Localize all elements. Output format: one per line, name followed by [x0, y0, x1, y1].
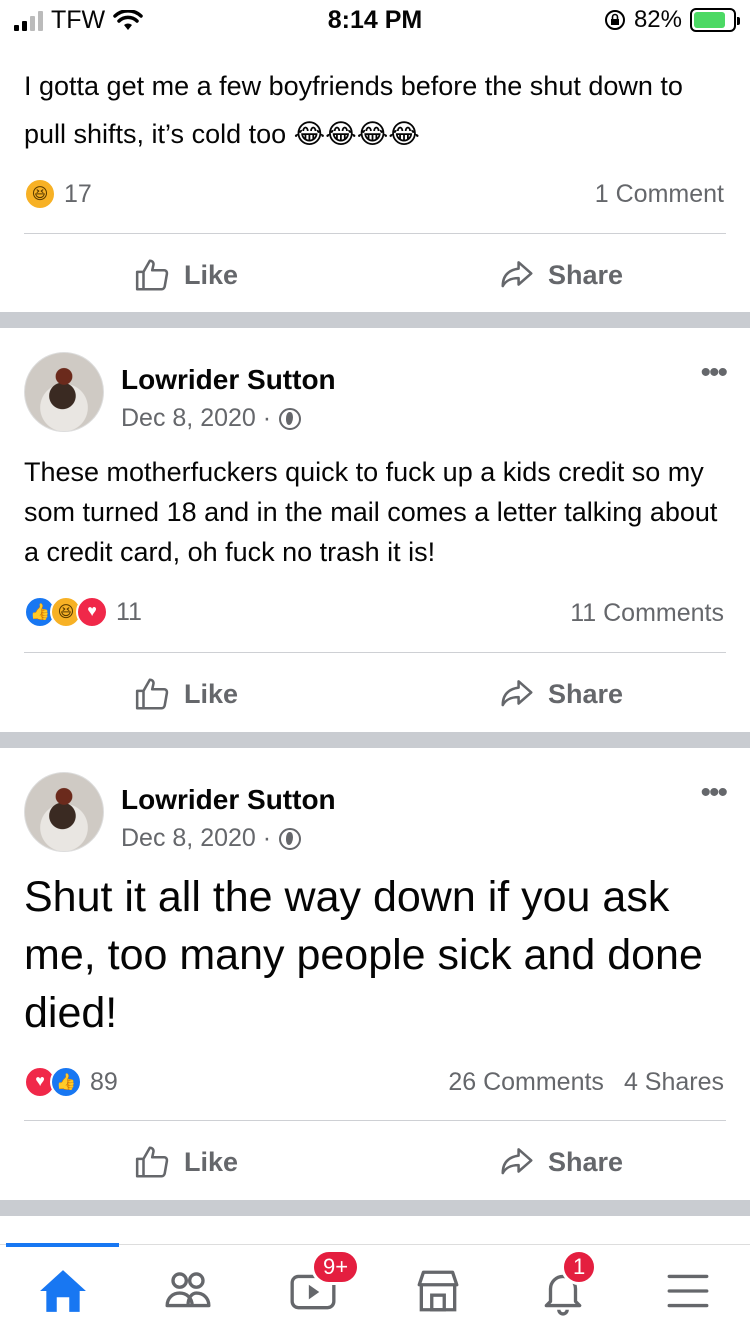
bottom-nav: 9+ 1 [0, 1243, 750, 1334]
battery-percent: 82% [633, 6, 682, 33]
share-arrow-icon [501, 680, 533, 707]
love-reaction-icon: ♥ [76, 596, 108, 628]
notifications-tab[interactable]: 1 [535, 1249, 598, 1319]
globe-icon [279, 827, 302, 850]
reaction-summary[interactable]: 😆 17 [24, 178, 92, 210]
reaction-count: 89 [90, 1067, 118, 1096]
like-button[interactable]: Like [134, 675, 238, 713]
divider [24, 652, 726, 653]
thumbs-up-icon [135, 259, 169, 291]
reaction-summary[interactable]: 👍 😆 ♥ 11 [24, 596, 142, 628]
battery-icon [690, 8, 740, 32]
hamburger-menu-icon [667, 1274, 709, 1308]
video-badge: 9+ [311, 1249, 361, 1285]
haha-reaction-icon: 😆 [24, 178, 56, 210]
marketplace-icon [417, 1270, 459, 1312]
post-separator [0, 732, 750, 748]
post-date[interactable]: Dec 8, 2020 · [121, 404, 271, 433]
divider [24, 1120, 726, 1121]
friends-icon [165, 1272, 211, 1308]
post-text: These motherfuckers quick to fuck up a k… [24, 457, 718, 567]
comments-link[interactable]: 26 Comments [448, 1068, 604, 1097]
notifications-badge: 1 [561, 1249, 598, 1285]
thumbs-up-icon [135, 1146, 169, 1178]
reaction-count: 17 [64, 179, 92, 208]
globe-icon [279, 407, 302, 430]
post-text: Shut it all the way down if you ask me, … [24, 873, 703, 1037]
orientation-lock-icon [604, 10, 625, 30]
status-bar: TFW 8:14 PM 82% [0, 0, 750, 40]
share-button[interactable]: Share [498, 256, 623, 294]
reaction-count: 11 [116, 597, 142, 626]
author-name[interactable]: Lowrider Sutton [121, 364, 336, 396]
comments-link[interactable]: 1 Comment [595, 180, 724, 209]
like-label: Like [184, 1146, 239, 1177]
home-icon [40, 1270, 86, 1312]
like-button[interactable]: Like [134, 1143, 238, 1181]
like-label: Like [184, 259, 239, 290]
post-card: Lowrider Sutton Dec 8, 2020 · ••• Shut i… [0, 748, 750, 1200]
share-label: Share [548, 678, 624, 709]
like-reaction-icon: 👍 [50, 1066, 82, 1098]
marketplace-tab[interactable] [410, 1263, 466, 1319]
more-options-icon[interactable]: ••• [700, 358, 727, 388]
author-name[interactable]: Lowrider Sutton [121, 784, 336, 816]
share-button[interactable]: Share [498, 675, 623, 713]
thumbs-up-icon [135, 678, 169, 710]
like-button[interactable]: Like [134, 256, 238, 294]
post-separator [0, 312, 750, 328]
menu-tab[interactable] [660, 1263, 716, 1319]
post-card: Lowrider Sutton Dec 8, 2020 · ••• These … [0, 328, 750, 732]
reaction-summary[interactable]: ♥ 👍 89 [24, 1066, 118, 1098]
share-label: Share [548, 259, 624, 290]
shares-link[interactable]: 4 Shares [624, 1068, 724, 1097]
active-tab-indicator [6, 1243, 119, 1247]
post-partial-next [0, 1216, 750, 1244]
avatar[interactable] [24, 352, 104, 432]
share-arrow-icon [501, 1148, 533, 1175]
post-partial: I gotta get me a few boyfriends before t… [0, 40, 750, 312]
avatar[interactable] [24, 772, 104, 852]
comments-link[interactable]: 11 Comments [570, 599, 724, 628]
share-label: Share [548, 1146, 624, 1177]
post-separator [0, 1200, 750, 1216]
friends-tab[interactable] [160, 1263, 216, 1319]
home-tab[interactable] [35, 1263, 91, 1319]
more-options-icon[interactable]: ••• [700, 778, 727, 808]
post-date[interactable]: Dec 8, 2020 · [121, 824, 271, 853]
post-text: I gotta get me a few boyfriends before t… [24, 71, 683, 149]
divider [24, 233, 726, 234]
share-arrow-icon [501, 261, 533, 288]
share-button[interactable]: Share [498, 1143, 623, 1181]
watch-tab[interactable]: 9+ [285, 1249, 361, 1319]
like-label: Like [184, 678, 239, 709]
